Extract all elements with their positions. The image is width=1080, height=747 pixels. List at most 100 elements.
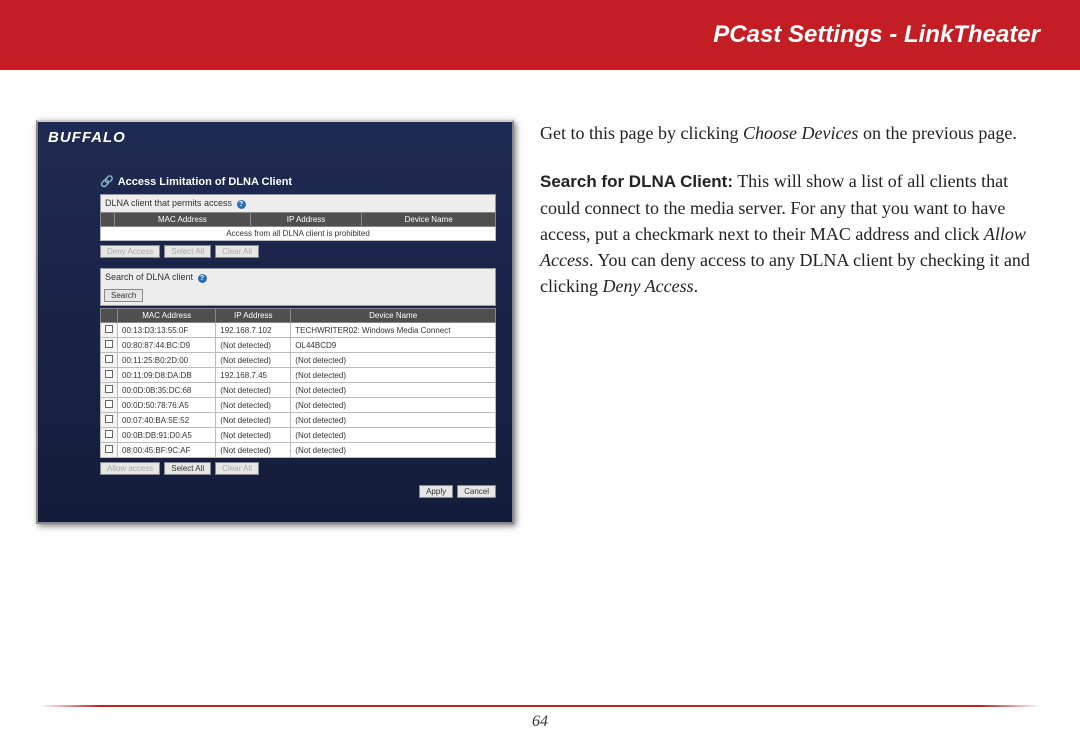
explain-paragraph-2: Search for DLNA Client: This will show a… (540, 168, 1044, 299)
help-icon[interactable]: ? (237, 200, 246, 209)
embedded-screenshot: BUFFALO 🔗 Access Limitation of DLNA Clie… (36, 120, 514, 524)
search-button-row: Search (100, 286, 496, 306)
cell-name: (Not detected) (291, 368, 496, 383)
cancel-button[interactable]: Cancel (457, 485, 496, 498)
table-row: 00:0B:DB:91:D0:A5(Not detected)(Not dete… (101, 428, 496, 443)
cell-mac: 00:0D:50:78:76:A5 (118, 398, 216, 413)
cell-mac: 08:00:45:BF:9C:AF (118, 443, 216, 458)
settings-panel: BUFFALO 🔗 Access Limitation of DLNA Clie… (36, 120, 514, 524)
cell-ip: 192.168.7.102 (216, 323, 291, 338)
row-checkbox-cell (101, 443, 118, 458)
explain-paragraph-1: Get to this page by clicking Choose Devi… (540, 120, 1044, 146)
checkbox[interactable] (105, 400, 113, 408)
checkbox[interactable] (105, 340, 113, 348)
row-checkbox-cell (101, 353, 118, 368)
cell-ip: (Not detected) (216, 428, 291, 443)
cell-mac: 00:80:87:44:BC:D9 (118, 338, 216, 353)
text-italic: Deny Access (602, 276, 693, 296)
search-subtitle: Search of DLNA client ? (100, 268, 496, 286)
text-bold: Search for DLNA Client: (540, 172, 733, 191)
allow-access-button[interactable]: Allow access (100, 462, 160, 475)
row-checkbox-cell (101, 428, 118, 443)
table-header-row: MAC Address IP Address Device Name (101, 309, 496, 323)
deny-access-button[interactable]: Deny Access (100, 245, 160, 258)
row-checkbox-cell (101, 413, 118, 428)
row-checkbox-cell (101, 383, 118, 398)
cell-mac: 00:0D:0B:35:DC:68 (118, 383, 216, 398)
col-mac: MAC Address (115, 213, 251, 227)
cell-name: (Not detected) (291, 353, 496, 368)
checkbox[interactable] (105, 430, 113, 438)
footer: 64 (0, 705, 1080, 731)
col-name: Device Name (291, 309, 496, 323)
help-icon[interactable]: ? (198, 274, 207, 283)
checkbox[interactable] (105, 415, 113, 423)
search-table: MAC Address IP Address Device Name 00:13… (100, 308, 496, 458)
select-all-button[interactable]: Select All (164, 462, 211, 475)
row-checkbox-cell (101, 323, 118, 338)
explanation-text: Get to this page by clicking Choose Devi… (540, 120, 1044, 524)
page-body: BUFFALO 🔗 Access Limitation of DLNA Clie… (0, 70, 1080, 524)
text: . (694, 276, 699, 296)
brand-logo: BUFFALO (38, 122, 512, 153)
text-italic: Choose Devices (743, 123, 858, 143)
cell-name: OL44BCD9 (291, 338, 496, 353)
col-ip: IP Address (250, 213, 362, 227)
table-header-row: MAC Address IP Address Device Name (101, 213, 496, 227)
search-table-buttons: Allow access Select All Clear All (100, 462, 496, 475)
cell-ip: (Not detected) (216, 383, 291, 398)
search-button[interactable]: Search (104, 289, 143, 302)
permit-table: MAC Address IP Address Device Name Acces… (100, 212, 496, 241)
page-title: PCast Settings - LinkTheater (713, 21, 1040, 49)
search-subtitle-text: Search of DLNA client (105, 272, 193, 282)
text: on the previous page. (858, 123, 1016, 143)
checkbox[interactable] (105, 325, 113, 333)
table-row: 00:80:87:44:BC:D9(Not detected)OL44BCD9 (101, 338, 496, 353)
cell-ip: (Not detected) (216, 443, 291, 458)
cell-ip: (Not detected) (216, 413, 291, 428)
cell-name: (Not detected) (291, 398, 496, 413)
cell-ip: (Not detected) (216, 338, 291, 353)
cell-name: (Not detected) (291, 428, 496, 443)
footer-divider (40, 705, 1040, 707)
cell-ip: (Not detected) (216, 353, 291, 368)
clear-all-button[interactable]: Clear All (215, 462, 259, 475)
checkbox[interactable] (105, 445, 113, 453)
permit-subtitle: DLNA client that permits access ? (100, 194, 496, 212)
checkbox[interactable] (105, 355, 113, 363)
table-row: 00:11:25:B0:2D:00(Not detected)(Not dete… (101, 353, 496, 368)
link-icon: 🔗 (100, 175, 114, 188)
cell-ip: 192.168.7.45 (216, 368, 291, 383)
cell-name: (Not detected) (291, 443, 496, 458)
row-checkbox-cell (101, 368, 118, 383)
select-all-button[interactable]: Select All (164, 245, 211, 258)
cell-name: (Not detected) (291, 413, 496, 428)
cell-ip: (Not detected) (216, 398, 291, 413)
cell-name: (Not detected) (291, 383, 496, 398)
col-mac: MAC Address (118, 309, 216, 323)
row-checkbox-cell (101, 398, 118, 413)
cell-mac: 00:0B:DB:91:D0:A5 (118, 428, 216, 443)
permit-subtitle-text: DLNA client that permits access (105, 198, 232, 208)
apply-cancel-row: Apply Cancel (100, 485, 496, 498)
table-row: 08:00:45:BF:9C:AF(Not detected)(Not dete… (101, 443, 496, 458)
permit-button-row: Deny Access Select All Clear All (100, 245, 496, 258)
cell-mac: 00:13:D3:13:55:0F (118, 323, 216, 338)
checkbox[interactable] (105, 385, 113, 393)
apply-button[interactable]: Apply (419, 485, 453, 498)
row-checkbox-cell (101, 338, 118, 353)
prohibited-note-row: Access from all DLNA client is prohibite… (101, 227, 496, 241)
checkbox[interactable] (105, 370, 113, 378)
section-title-text: Access Limitation of DLNA Client (118, 176, 292, 188)
table-row: 00:11:09:D8:DA:DB192.168.7.45(Not detect… (101, 368, 496, 383)
col-ip: IP Address (216, 309, 291, 323)
page-number: 64 (0, 713, 1080, 731)
col-name: Device Name (362, 213, 496, 227)
table-row: 00:07:40:BA:5E:52(Not detected)(Not dete… (101, 413, 496, 428)
panel-inner: 🔗 Access Limitation of DLNA Client DLNA … (38, 153, 512, 522)
clear-all-button[interactable]: Clear All (215, 245, 259, 258)
cell-mac: 00:07:40:BA:5E:52 (118, 413, 216, 428)
text: Get to this page by clicking (540, 123, 743, 143)
cell-mac: 00:11:09:D8:DA:DB (118, 368, 216, 383)
header-band: PCast Settings - LinkTheater (0, 0, 1080, 70)
